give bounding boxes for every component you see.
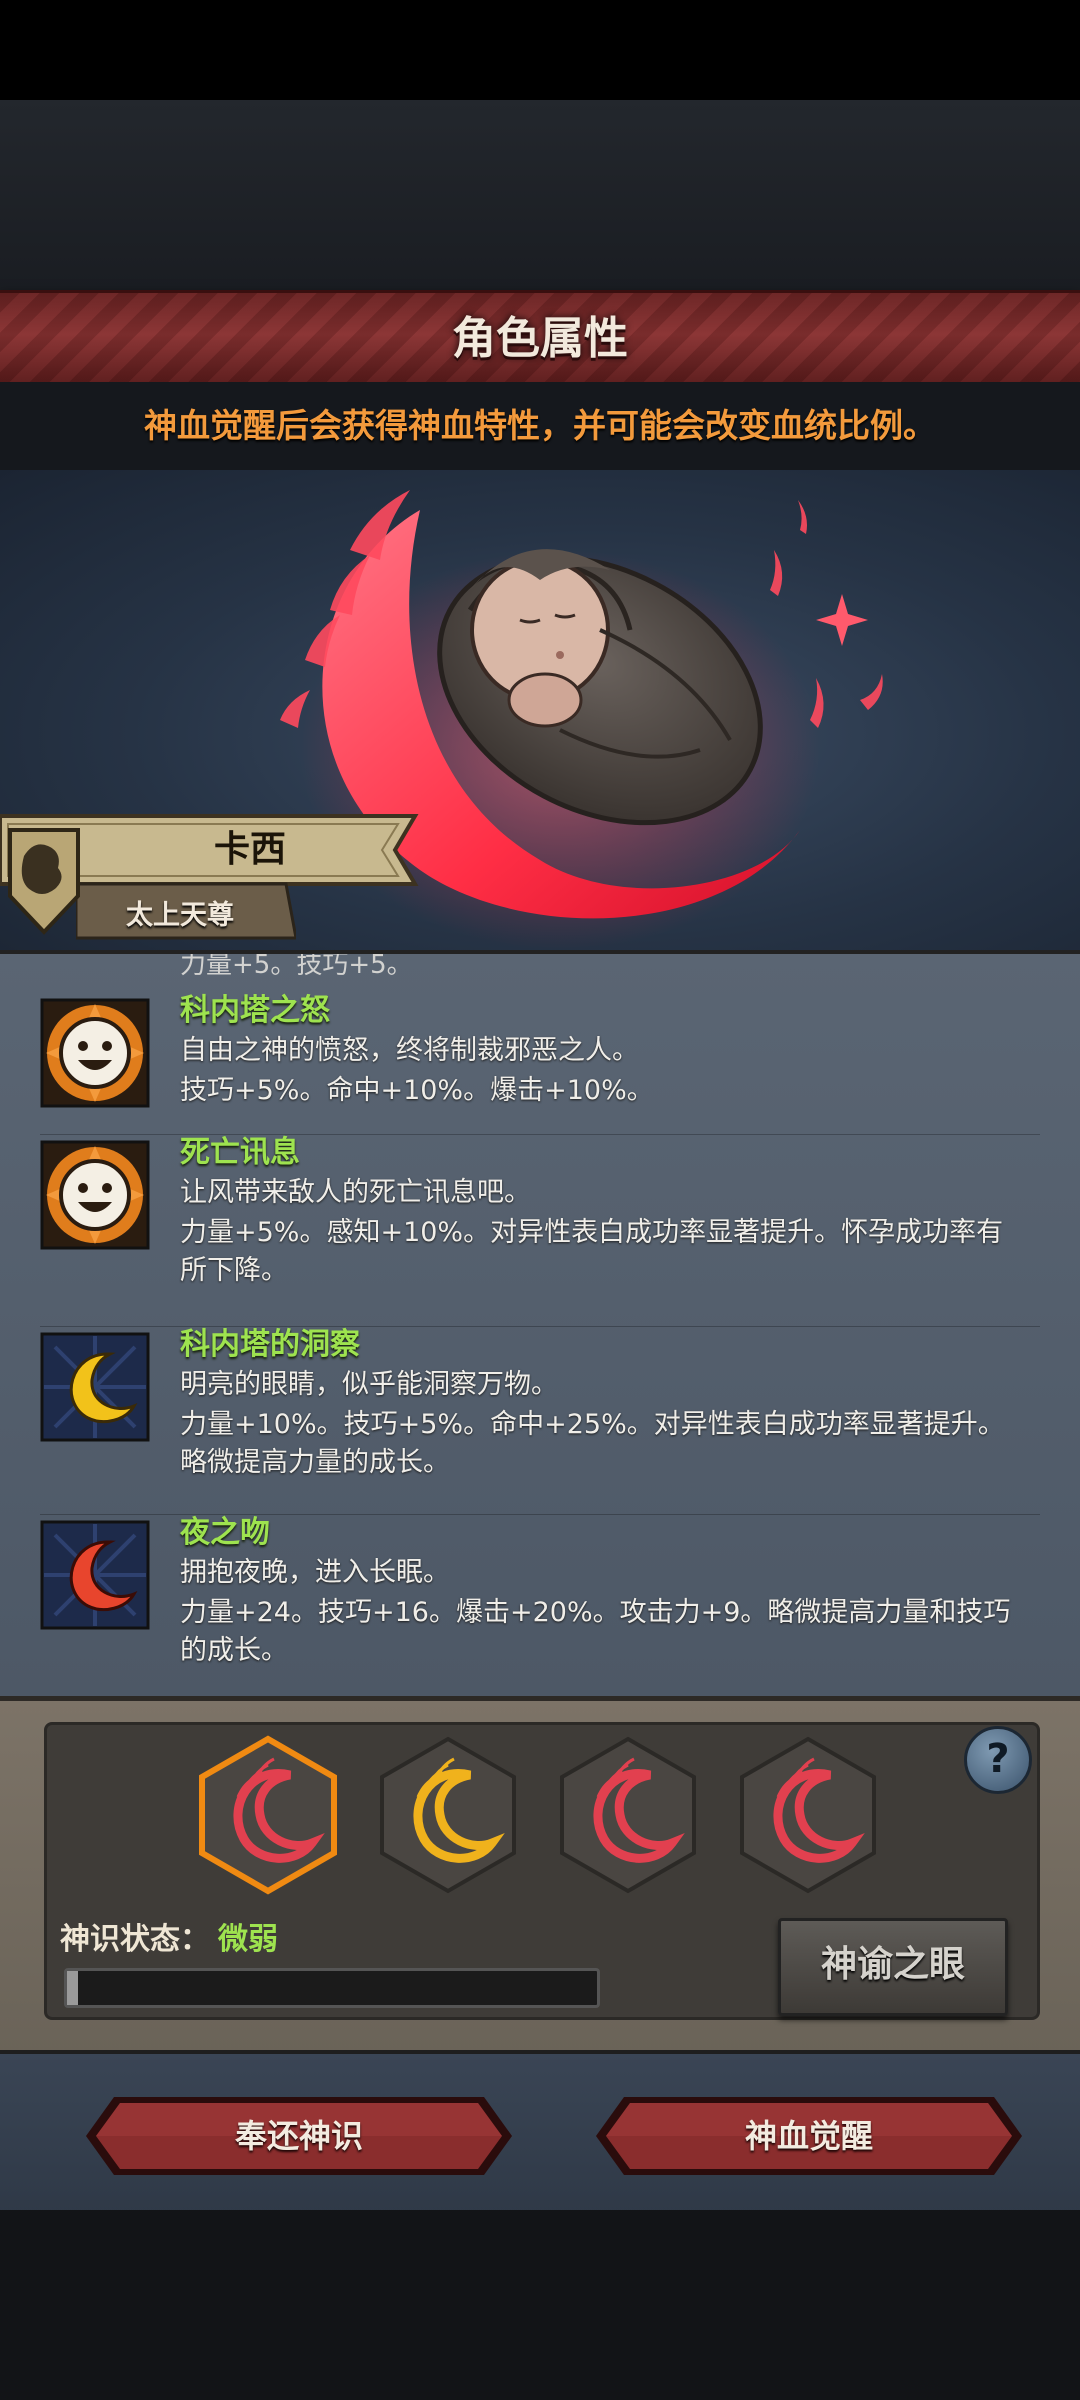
character-title: 太上天尊 xyxy=(126,900,234,931)
top-band xyxy=(0,100,1080,292)
trait-cutoff-text: 力量+5。技巧+5。 xyxy=(180,950,413,980)
divine-sense-progress-bar xyxy=(64,1968,600,2008)
trait-item: 科内塔之怒 自由之神的愤怒，终将制裁邪恶之人。 技巧+5%。命中+10%。爆击+… xyxy=(0,988,1080,1128)
trait-effect: 力量+10%。技巧+5%。命中+25%。对异性表白成功率显著提升。略微提高力量的… xyxy=(180,1409,1005,1478)
trait-item: 死亡讯息 让风带来敌人的死亡讯息吧。 力量+5%。感知+10%。对异性表白成功率… xyxy=(0,1134,1080,1314)
trait-item: 夜之吻 拥抱夜晚，进入长眠。 力量+24。技巧+16。爆击+20%。攻击力+9。… xyxy=(0,1514,1080,1694)
question-mark-icon: ? xyxy=(986,1736,1010,1782)
traits-list[interactable]: 力量+5。技巧+5。 科内塔之怒 自由之神的愤怒，终将制裁邪恶之人。 技巧+5%… xyxy=(0,950,1080,1700)
help-button[interactable]: ? xyxy=(964,1726,1032,1794)
bloodline-slot-selected[interactable] xyxy=(198,1735,338,1895)
hexagon-slot-graphic xyxy=(380,1736,516,1894)
character-name: 卡西 xyxy=(213,829,286,870)
golden-moon-icon xyxy=(40,1332,150,1442)
return-divine-sense-button[interactable]: 奉还神识 xyxy=(84,2095,514,2177)
trait-description: 让风带来敌人的死亡讯息吧。 xyxy=(180,1177,531,1208)
status-value: 微弱 xyxy=(218,1922,278,1957)
trait-description: 明亮的眼睛，似乎能洞察万物。 xyxy=(180,1369,558,1400)
smiling-sun-icon xyxy=(40,1140,150,1250)
status-label: 神识状态： xyxy=(60,1922,210,1957)
title-banner: 角色属性 xyxy=(0,290,1080,388)
red-moon-icon xyxy=(40,1520,150,1630)
trait-name: 夜之吻 xyxy=(180,1515,270,1550)
bloodline-slot[interactable] xyxy=(558,1735,698,1895)
trait-effect: 技巧+5%。命中+10%。爆击+10%。 xyxy=(180,1075,654,1106)
hexagon-slot-graphic xyxy=(560,1736,696,1894)
trait-name: 科内塔的洞察 xyxy=(180,1327,360,1362)
bloodline-slot[interactable] xyxy=(738,1735,878,1895)
awaken-button-label: 神血觉醒 xyxy=(744,2117,873,2155)
oracle-eye-button[interactable]: 神谕之眼 xyxy=(778,1918,1008,2016)
trait-description: 拥抱夜晚，进入长眠。 xyxy=(180,1557,450,1588)
trait-name: 科内塔之怒 xyxy=(180,993,330,1028)
navigation-area xyxy=(0,2210,1080,2400)
trait-description: 自由之神的愤怒，终将制裁邪恶之人。 xyxy=(180,1035,639,1066)
info-text: 神血觉醒后会获得神血特性，并可能会改变血统比例。 xyxy=(144,406,936,445)
page-title: 角色属性 xyxy=(452,313,628,364)
lion-emblem-icon xyxy=(8,828,80,935)
info-strip: 神血觉醒后会获得神血特性，并可能会改变血统比例。 xyxy=(0,382,1080,470)
return-button-label: 奉还神识 xyxy=(234,2117,363,2155)
sparkle-star xyxy=(816,594,868,646)
trait-name: 死亡讯息 xyxy=(180,1135,300,1170)
status-bar xyxy=(0,0,1080,100)
hexagon-slot-graphic xyxy=(199,1735,337,1895)
smiling-sun-icon xyxy=(40,998,150,1108)
blood-awaken-button[interactable]: 神血觉醒 xyxy=(594,2095,1024,2177)
trait-effect: 力量+24。技巧+16。爆击+20%。攻击力+9。略微提高力量和技巧的成长。 xyxy=(180,1597,1011,1666)
hexagon-slot-graphic xyxy=(740,1736,876,1894)
progress-fill xyxy=(67,1971,78,2005)
trait-item: 科内塔的洞察 明亮的眼睛，似乎能洞察万物。 力量+10%。技巧+5%。命中+25… xyxy=(0,1326,1080,1506)
bloodline-slot[interactable] xyxy=(378,1735,518,1895)
trait-effect: 力量+5%。感知+10%。对异性表白成功率显著提升。怀孕成功率有所下降。 xyxy=(180,1217,1004,1286)
